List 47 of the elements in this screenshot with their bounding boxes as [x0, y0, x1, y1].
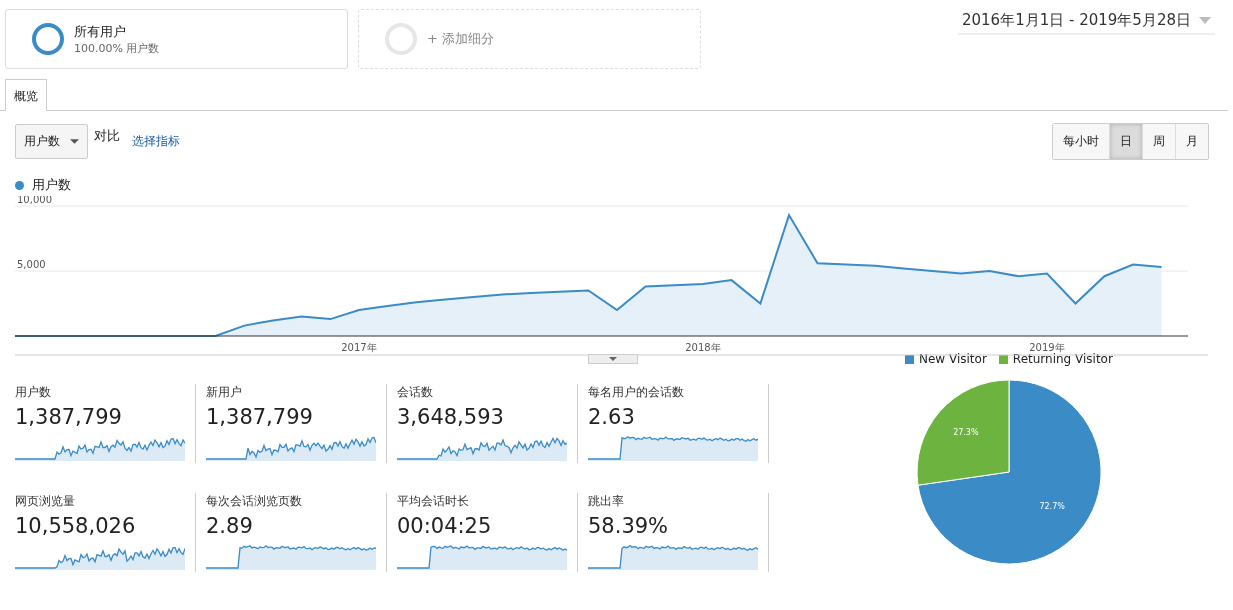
- metric-dropdown[interactable]: 用户数: [15, 124, 88, 159]
- metric-value: 10,558,026: [15, 514, 137, 538]
- metric-value: 2.89: [206, 514, 254, 538]
- metric-label: 用户数: [15, 384, 52, 401]
- caret-icon: [1199, 17, 1211, 24]
- x-axis-label: 2017年: [341, 342, 377, 353]
- ring-icon: [32, 23, 64, 55]
- collapse-handle[interactable]: [588, 354, 638, 364]
- granularity-button[interactable]: 周: [1142, 124, 1175, 159]
- granularity-button[interactable]: 每小时: [1053, 124, 1109, 159]
- metric-label: 每名用户的会话数: [588, 384, 685, 401]
- granularity-button[interactable]: 月: [1175, 124, 1208, 159]
- select-metric-link[interactable]: 选择指标: [132, 133, 180, 150]
- slice-label: 72.7%: [1039, 502, 1065, 512]
- metric-label: 新用户: [206, 384, 243, 401]
- legend-label: 用户数: [32, 176, 71, 194]
- metric-value: 3,648,593: [397, 405, 505, 429]
- add-segment-card[interactable]: + 添加细分: [358, 9, 701, 69]
- metric-label: 跳出率: [588, 493, 625, 510]
- compare-label: 对比: [94, 127, 120, 145]
- legend-label: New Visitor: [919, 352, 987, 366]
- legend-label: Returning Visitor: [1012, 352, 1113, 366]
- y-axis-label: 10,000: [17, 196, 52, 205]
- metric-value: 58.39%: [588, 514, 670, 538]
- add-segment-label: + 添加细分: [427, 30, 495, 48]
- ring-icon: [385, 23, 417, 55]
- metric-label: 平均会话时长: [397, 493, 470, 510]
- metric-value: 1,387,799: [15, 405, 123, 429]
- x-axis-label: 2018年: [685, 342, 721, 353]
- date-range-picker[interactable]: 2016年1月1日 - 2019年5月28日: [958, 11, 1215, 35]
- legend-dot: [15, 180, 24, 190]
- metric-label: 每次会话浏览页数: [206, 493, 303, 510]
- metric-value: 2.63: [588, 405, 636, 429]
- caret-icon: [70, 139, 79, 144]
- overview-tab[interactable]: 概览: [5, 79, 47, 111]
- metric-label: 网页浏览量: [15, 493, 76, 510]
- slice-label: 27.3%: [953, 427, 979, 437]
- x-axis-label: 2019年: [1029, 342, 1065, 353]
- caret-icon: [609, 357, 617, 361]
- metric-value: 1,387,799: [206, 405, 314, 429]
- granularity-button[interactable]: 日: [1109, 124, 1142, 159]
- metric-value: 00:04:25: [397, 514, 493, 538]
- segment-subtitle: 100.00% 用户数: [74, 40, 160, 56]
- segment-title: 所有用户: [74, 22, 127, 41]
- segment-card[interactable]: 所有用户 100.00% 用户数: [5, 9, 348, 69]
- metric-label: 会话数: [397, 384, 434, 401]
- y-axis-label: 5,000: [17, 259, 46, 270]
